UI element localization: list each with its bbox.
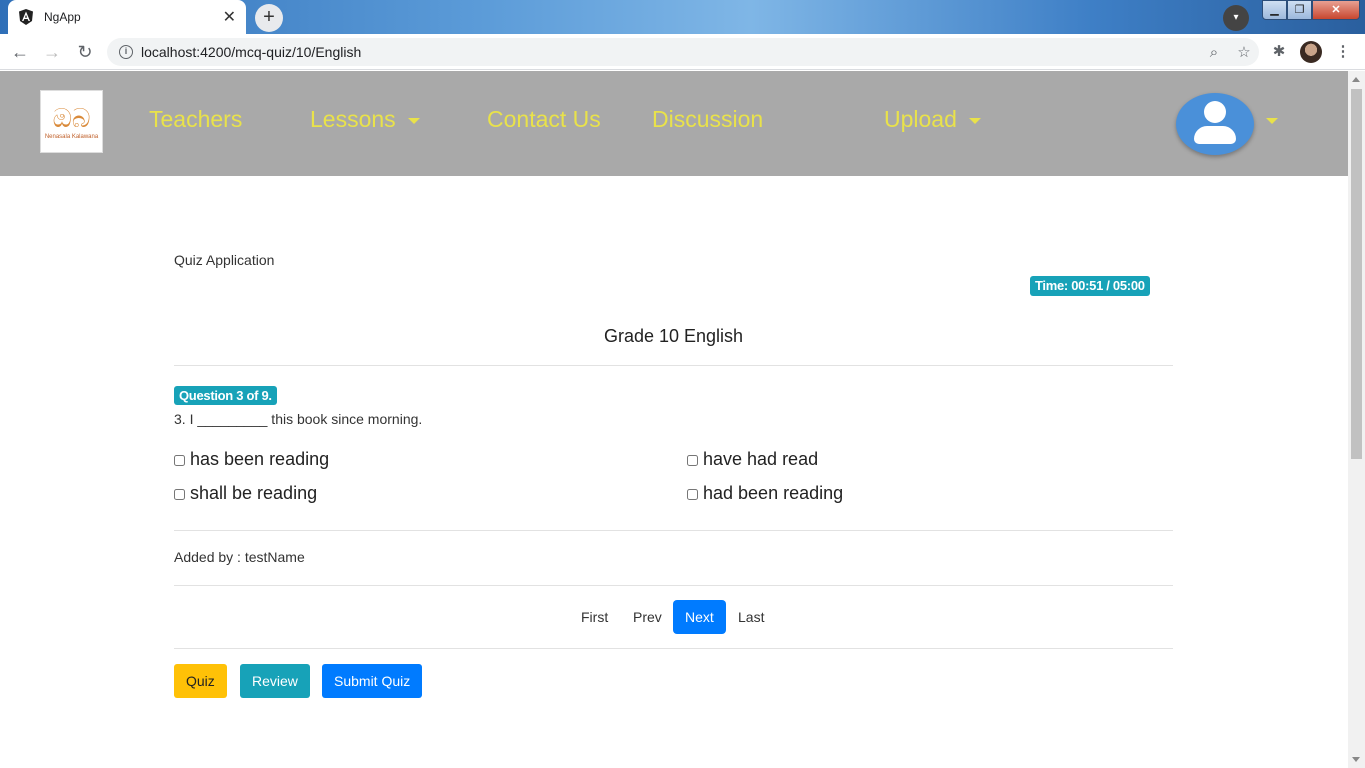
maximize-button[interactable]: ❐ bbox=[1287, 0, 1312, 20]
pager-last-button[interactable]: Last bbox=[730, 600, 772, 634]
divider bbox=[174, 365, 1173, 366]
quiz-app-heading: Quiz Application bbox=[174, 252, 275, 268]
pager-prev-button[interactable]: Prev bbox=[625, 600, 670, 634]
answer-option-label: had been reading bbox=[703, 483, 844, 503]
back-arrow-icon[interactable]: ← bbox=[8, 40, 32, 64]
browser-tab[interactable]: NgApp ✕ bbox=[8, 0, 246, 34]
forward-arrow-icon[interactable]: → bbox=[40, 40, 64, 64]
tab-search-icon[interactable]: ▾ bbox=[1223, 5, 1249, 31]
scroll-down-arrow-icon[interactable] bbox=[1352, 757, 1360, 762]
address-bar[interactable]: i localhost:4200/mcq-quiz/10/English ⌕ ☆ bbox=[107, 38, 1259, 66]
nav-upload-dropdown[interactable]: Upload bbox=[884, 106, 981, 133]
angular-icon bbox=[19, 9, 33, 25]
added-by-text: Added by : testName bbox=[174, 549, 305, 565]
divider bbox=[174, 648, 1173, 649]
minimize-button[interactable]: ▁ bbox=[1262, 0, 1287, 20]
extensions-puzzle-icon[interactable]: ✱ bbox=[1268, 42, 1290, 64]
reload-icon[interactable]: ↻ bbox=[73, 40, 97, 64]
chevron-down-icon bbox=[407, 117, 420, 124]
tab-title: NgApp bbox=[44, 10, 81, 24]
browser-toolbar: ← → ↻ i localhost:4200/mcq-quiz/10/Engli… bbox=[0, 34, 1365, 70]
timer-badge: Time: 00:51 / 05:00 bbox=[1030, 276, 1150, 296]
pager-next-button[interactable]: Next bbox=[673, 600, 726, 634]
answer-option[interactable]: has been reading bbox=[174, 449, 329, 470]
site-logo[interactable]: ඔබ Nenasala Kalawana bbox=[40, 90, 103, 153]
tab-close-icon[interactable]: ✕ bbox=[223, 7, 236, 27]
user-avatar-icon[interactable] bbox=[1176, 93, 1254, 155]
nav-discussion[interactable]: Discussion bbox=[652, 106, 763, 133]
nav-contact-us[interactable]: Contact Us bbox=[487, 106, 601, 133]
site-info-icon[interactable]: i bbox=[119, 45, 133, 59]
bookmark-star-icon[interactable]: ☆ bbox=[1229, 43, 1259, 61]
browser-tab-strip: NgApp ✕ + ▾ ▁ ❐ ✕ bbox=[0, 0, 1365, 34]
scroll-up-arrow-icon[interactable] bbox=[1352, 77, 1360, 82]
answer-option-label: have had read bbox=[703, 449, 819, 469]
browser-menu-icon[interactable]: ⋮ bbox=[1332, 42, 1354, 64]
logo-mark: ඔබ bbox=[52, 103, 91, 134]
scrollbar-thumb[interactable] bbox=[1351, 89, 1362, 459]
answer-option[interactable]: shall be reading bbox=[174, 483, 317, 504]
logo-text: Nenasala Kalawana bbox=[44, 133, 99, 140]
question-text: 3. I _________ this book since morning. bbox=[174, 411, 423, 427]
divider bbox=[174, 585, 1173, 586]
user-menu-chevron-icon[interactable] bbox=[1266, 118, 1278, 124]
answer-option[interactable]: had been reading bbox=[687, 483, 843, 504]
pager-first-button[interactable]: First bbox=[573, 600, 616, 634]
nav-upload-label: Upload bbox=[884, 106, 957, 132]
url-text[interactable]: localhost:4200/mcq-quiz/10/English bbox=[141, 44, 1199, 60]
quiz-title: Grade 10 English bbox=[603, 326, 744, 346]
answer-option[interactable]: have had read bbox=[687, 449, 818, 470]
question-number-badge: Question 3 of 9. bbox=[174, 386, 277, 405]
answer-option-label: has been reading bbox=[190, 449, 330, 469]
browser-profile-avatar[interactable] bbox=[1300, 41, 1322, 63]
nav-lessons-dropdown[interactable]: Lessons bbox=[310, 106, 420, 133]
submit-quiz-button[interactable]: Submit Quiz bbox=[322, 664, 423, 698]
nav-lessons-label: Lessons bbox=[310, 106, 396, 132]
zoom-icon[interactable]: ⌕ bbox=[1199, 44, 1229, 61]
page-scrollbar[interactable] bbox=[1348, 71, 1365, 768]
answer-checkbox[interactable] bbox=[174, 454, 185, 466]
new-tab-button[interactable]: + bbox=[255, 4, 283, 32]
divider bbox=[174, 530, 1173, 531]
answer-checkbox[interactable] bbox=[174, 488, 185, 500]
review-button[interactable]: Review bbox=[240, 664, 310, 698]
site-navbar: ඔබ Nenasala Kalawana Teachers Lessons Co… bbox=[0, 71, 1348, 176]
close-window-button[interactable]: ✕ bbox=[1312, 0, 1360, 20]
quiz-mode-button[interactable]: Quiz bbox=[174, 664, 227, 698]
answer-checkbox[interactable] bbox=[687, 488, 698, 500]
answer-checkbox[interactable] bbox=[687, 454, 698, 466]
nav-teachers[interactable]: Teachers bbox=[149, 106, 242, 133]
chevron-down-icon bbox=[968, 117, 981, 124]
answer-option-label: shall be reading bbox=[190, 483, 318, 503]
